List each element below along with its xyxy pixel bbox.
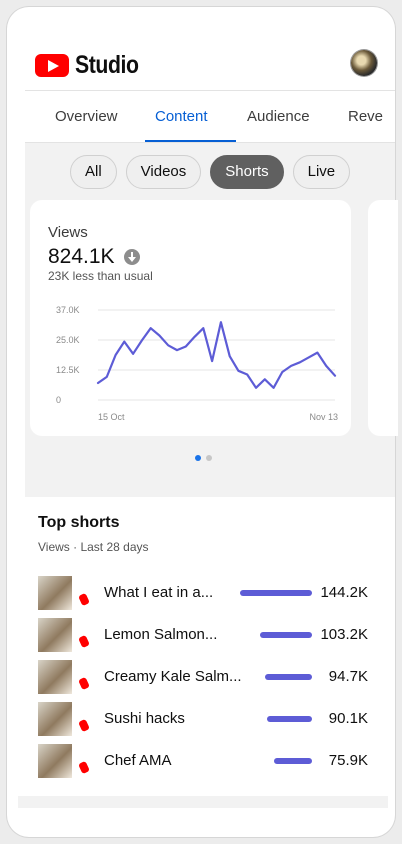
tab-overview[interactable]: Overview: [55, 108, 118, 125]
pager-dot[interactable]: [206, 455, 212, 461]
app-header: Studio: [7, 7, 395, 97]
youtube-play-icon: [35, 54, 69, 77]
filter-chips: All Videos Shorts Live: [70, 155, 351, 189]
short-views-value: 90.1K: [328, 710, 368, 727]
section-title: Top shorts: [38, 514, 120, 531]
chip-live[interactable]: Live: [292, 155, 351, 189]
shorts-icon: [78, 634, 90, 649]
short-title: Sushi hacks: [104, 710, 185, 727]
short-thumbnail: [38, 576, 72, 610]
views-bar: [274, 758, 312, 764]
short-views-value: 94.7K: [328, 668, 368, 685]
shorts-icon: [78, 718, 90, 733]
views-bar: [240, 590, 312, 596]
views-line-chart: 37.0K 25.0K 12.5K 0 15 Oct Nov 13: [56, 305, 338, 422]
short-row[interactable]: What I eat in a... 144.2K: [38, 576, 378, 610]
y-tick-label: 0: [56, 395, 61, 405]
y-tick-label: 37.0K: [56, 305, 80, 315]
carousel-pager: [195, 455, 212, 461]
views-card[interactable]: Views 824.1K 23K less than usual 37.0K 25…: [30, 200, 351, 436]
views-bar: [267, 716, 312, 722]
views-bar: [264, 674, 312, 680]
shorts-icon: [78, 760, 90, 775]
short-thumbnail: [38, 660, 72, 694]
chip-shorts[interactable]: Shorts: [210, 155, 284, 189]
tab-revenue[interactable]: Reve: [348, 108, 383, 125]
avatar[interactable]: [351, 50, 377, 76]
short-title: Creamy Kale Salm...: [104, 668, 242, 685]
short-views-value: 103.2K: [320, 626, 368, 643]
shorts-icon: [78, 676, 90, 691]
tab-content[interactable]: Content: [155, 108, 208, 125]
pager-dot-active[interactable]: [195, 455, 201, 461]
short-views-value: 144.2K: [320, 584, 368, 601]
short-row[interactable]: Lemon Salmon... 103.2K: [38, 618, 378, 652]
x-tick-label: Nov 13: [309, 412, 338, 422]
tab-audience[interactable]: Audience: [247, 108, 310, 125]
next-card-peek[interactable]: [368, 200, 398, 436]
short-row[interactable]: Chef AMA 75.9K: [38, 744, 378, 778]
short-row[interactable]: Sushi hacks 90.1K: [38, 702, 378, 736]
chip-all[interactable]: All: [70, 155, 117, 189]
section-divider: [18, 796, 388, 808]
y-tick-label: 12.5K: [56, 365, 80, 375]
studio-logo[interactable]: Studio: [35, 51, 150, 80]
section-subtitle: Views · Last 28 days: [38, 540, 149, 554]
short-thumbnail: [38, 702, 72, 736]
x-tick-label: 15 Oct: [98, 412, 125, 422]
views-series-line: [96, 321, 337, 389]
chip-videos[interactable]: Videos: [125, 155, 202, 189]
short-row[interactable]: Creamy Kale Salm... 94.7K: [38, 660, 378, 694]
short-views-value: 75.9K: [328, 752, 368, 769]
tab-bar: Overview Content Audience Reve: [7, 91, 395, 143]
y-tick-label: 25.0K: [56, 335, 80, 345]
app-title: Studio: [75, 51, 139, 79]
short-title: Lemon Salmon...: [104, 626, 218, 643]
short-thumbnail: [38, 744, 72, 778]
short-title: Chef AMA: [104, 752, 172, 769]
views-bar: [260, 632, 312, 638]
short-thumbnail: [38, 618, 72, 652]
short-title: What I eat in a...: [104, 584, 214, 601]
shorts-icon: [78, 592, 90, 607]
